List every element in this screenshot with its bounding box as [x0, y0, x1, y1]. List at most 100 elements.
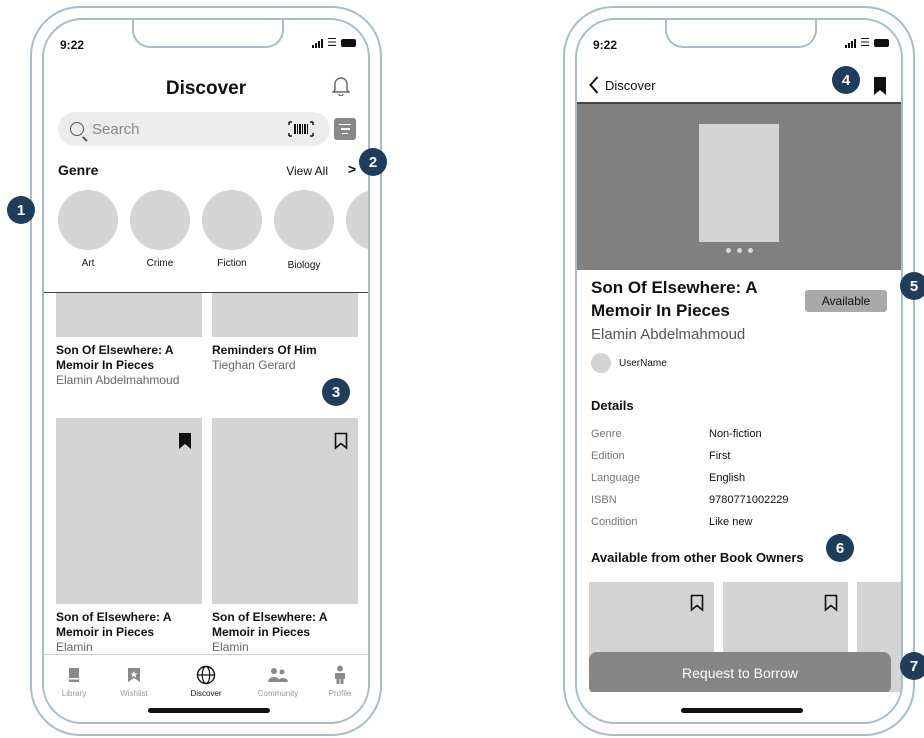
- book-title: Reminders Of Him: [212, 343, 317, 357]
- detail-value: Like new: [709, 516, 753, 528]
- genre-heading: Genre: [58, 162, 99, 178]
- genre-label: Biology: [287, 260, 321, 271]
- phone-discover: 9:22 ☰ Discover Search Genre View All >: [30, 6, 382, 736]
- detail-label: Language: [591, 472, 640, 484]
- discover-screen: 9:22 ☰ Discover Search Genre View All >: [42, 18, 370, 724]
- genre-label: Art: [81, 258, 95, 269]
- book-author: Elamin: [56, 640, 93, 654]
- detail-screen: 9:22 ☰ Discover Son Of Elsewhere: A Memo…: [575, 18, 903, 724]
- genre-item-art[interactable]: Art: [58, 190, 118, 269]
- home-area: [577, 692, 901, 722]
- genre-image: [130, 190, 190, 250]
- annotation-badge: 4: [832, 66, 860, 94]
- chevron-left-icon: [589, 76, 599, 94]
- book-author: Elamin Abdelmahmoud: [591, 326, 746, 343]
- carousel-dot[interactable]: [736, 248, 742, 253]
- tab-profile[interactable]: Profile: [310, 665, 368, 698]
- page-title: Discover: [165, 78, 247, 99]
- tab-label: Discover: [190, 689, 222, 698]
- tab-wishlist[interactable]: Wishlist: [104, 665, 164, 698]
- book-author: Tieghan Gerard: [212, 358, 296, 372]
- notch: [132, 20, 284, 48]
- search-input[interactable]: Search: [58, 112, 330, 146]
- book-card[interactable]: Son of Elsewhere: A Memoir in Pieces Ela…: [212, 418, 358, 655]
- tab-library[interactable]: Library: [44, 665, 104, 698]
- bell-icon[interactable]: [331, 76, 351, 101]
- wifi-icon: ☰: [860, 37, 870, 49]
- status-time: 9:22: [593, 38, 618, 52]
- bookmark-filled-icon[interactable]: [873, 76, 887, 96]
- book-title: Son Of Elsewhere: A Memoir In Pieces: [591, 278, 757, 320]
- barcode-scan-icon[interactable]: [288, 121, 314, 142]
- tab-label: Library: [61, 689, 87, 698]
- book-title: Son of Elsewhere: A Memoir in Pieces: [212, 610, 328, 639]
- availability-badge: Available: [805, 290, 887, 312]
- genre-label: Crime: [146, 258, 174, 269]
- detail-value: 9780771002229: [709, 494, 789, 506]
- annotation-badge: 5: [900, 272, 924, 300]
- other-owners-heading: Available from other Book Owners: [591, 550, 804, 565]
- bookmark-outline-icon[interactable]: [824, 594, 838, 612]
- carousel-dots[interactable]: [577, 248, 901, 253]
- detail-value: Non-fiction: [709, 428, 762, 440]
- tab-label: Community: [257, 689, 299, 698]
- chevron-right-icon[interactable]: >: [348, 161, 356, 177]
- tab-community[interactable]: Community: [248, 665, 308, 698]
- book-title: Son Of Elsewhere: A Memoir In Pieces: [56, 343, 174, 372]
- book-cover-image: [699, 124, 779, 242]
- status-icons: ☰: [845, 37, 889, 49]
- home-indicator: [681, 708, 803, 713]
- globe-icon: [196, 665, 216, 685]
- phone-book-detail: 9:22 ☰ Discover Son Of Elsewhere: A Memo…: [563, 6, 915, 736]
- bookmark-filled-icon[interactable]: [178, 432, 192, 450]
- profile-icon: [335, 665, 345, 684]
- community-icon: [268, 668, 288, 682]
- annotation-badge: 3: [322, 378, 350, 406]
- genre-item-fiction[interactable]: Fiction: [202, 190, 262, 269]
- search-icon: [70, 122, 84, 136]
- detail-label: Genre: [591, 428, 622, 440]
- bookmark-outline-icon[interactable]: [690, 594, 704, 612]
- bookmark-outline-icon[interactable]: [334, 432, 348, 450]
- wishlist-icon: [128, 668, 140, 682]
- avatar: [591, 353, 611, 373]
- back-button[interactable]: Discover: [589, 76, 656, 94]
- genre-item-crime[interactable]: Crime: [130, 190, 190, 269]
- detail-label: Edition: [591, 450, 625, 462]
- tab-label: Wishlist: [120, 689, 148, 698]
- carousel-dot[interactable]: [747, 248, 753, 253]
- status-icons: ☰: [312, 38, 356, 49]
- cover-carousel[interactable]: [577, 104, 901, 270]
- filter-button[interactable]: [334, 118, 356, 140]
- book-cover: [212, 293, 358, 337]
- detail-value: English: [709, 472, 746, 484]
- tab-discover[interactable]: Discover: [176, 665, 236, 698]
- genre-item-biology[interactable]: Biology: [274, 190, 334, 271]
- search-placeholder: Search: [92, 120, 140, 138]
- detail-value: First: [709, 450, 731, 462]
- annotation-badge: 7: [900, 652, 924, 680]
- annotation-badge: 6: [826, 534, 854, 562]
- view-all-link[interactable]: View All: [286, 164, 328, 178]
- book-title: Son of Elsewhere: A Memoir in Pieces: [56, 610, 172, 639]
- notch: [665, 20, 817, 48]
- request-to-borrow-button[interactable]: Request to Borrow: [589, 652, 891, 694]
- genre-image: [274, 190, 334, 250]
- carousel-dot[interactable]: [725, 248, 731, 253]
- owner-link[interactable]: UserName: [591, 353, 667, 373]
- genre-item-partial[interactable]: [346, 190, 368, 250]
- owner-name: UserName: [619, 357, 667, 369]
- genre-carousel[interactable]: Art Crime Fiction Biology: [58, 190, 368, 271]
- genre-image: [58, 190, 118, 250]
- signal-icon: [845, 38, 857, 48]
- book-card[interactable]: Son of Elsewhere: A Memoir in Pieces Ela…: [56, 418, 202, 655]
- detail-label: Condition: [591, 516, 638, 528]
- book-card[interactable]: Reminders Of Him Tieghan Gerard: [212, 293, 358, 373]
- detail-label: ISBN: [591, 494, 617, 506]
- battery-icon: [874, 39, 889, 47]
- library-icon: [69, 668, 79, 682]
- annotation-badge: 1: [7, 196, 35, 224]
- back-label: Discover: [605, 77, 656, 93]
- annotation-badge: 2: [359, 148, 387, 176]
- book-card[interactable]: Son Of Elsewhere: A Memoir In Pieces Ela…: [56, 293, 202, 388]
